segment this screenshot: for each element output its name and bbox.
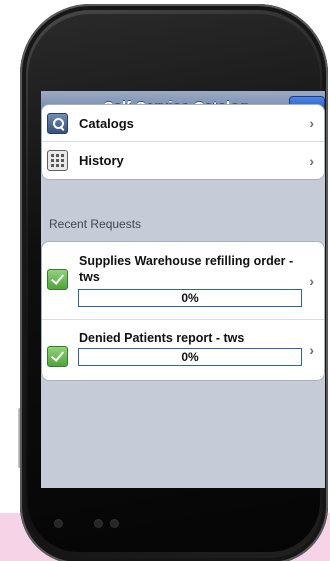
- request-title: Supplies Warehouse refilling order - tws: [79, 254, 294, 284]
- nav-list: Catalogs › History ›: [41, 104, 325, 180]
- sensor-dot: [110, 519, 119, 528]
- request-progress-bar: 0%: [78, 348, 302, 366]
- chevron-right-icon: ›: [309, 272, 314, 289]
- sensor-dot: [54, 519, 63, 528]
- calendar-icon: [47, 150, 68, 171]
- chevron-right-icon: ›: [309, 342, 314, 358]
- request-title: Denied Patients report - tws: [79, 331, 245, 345]
- request-item[interactable]: Supplies Warehouse refilling order - tws…: [42, 242, 324, 320]
- nav-item-history[interactable]: History ›: [42, 142, 324, 179]
- check-icon: [47, 269, 68, 290]
- nav-item-label: History: [79, 153, 124, 168]
- nav-item-label: Catalogs: [79, 116, 134, 131]
- phone-screen: Self-Service Catalog User Catalogs › His…: [41, 91, 325, 488]
- progress-label: 0%: [181, 291, 199, 305]
- progress-label: 0%: [181, 350, 199, 364]
- request-item[interactable]: Denied Patients report - tws 0% ›: [42, 320, 324, 380]
- check-icon: [47, 346, 68, 367]
- nav-item-catalogs[interactable]: Catalogs ›: [42, 105, 324, 142]
- stage: Self-Service Catalog User Catalogs › His…: [0, 0, 330, 561]
- recent-requests-header: Recent Requests: [49, 217, 142, 231]
- phone-sensors: [54, 519, 134, 529]
- request-progress-bar: 0%: [78, 289, 302, 307]
- recent-requests-list: Supplies Warehouse refilling order - tws…: [41, 241, 325, 381]
- sensor-dot: [94, 519, 103, 528]
- chevron-right-icon: ›: [309, 152, 314, 169]
- catalog-search-icon: [47, 113, 68, 134]
- chevron-right-icon: ›: [309, 115, 314, 131]
